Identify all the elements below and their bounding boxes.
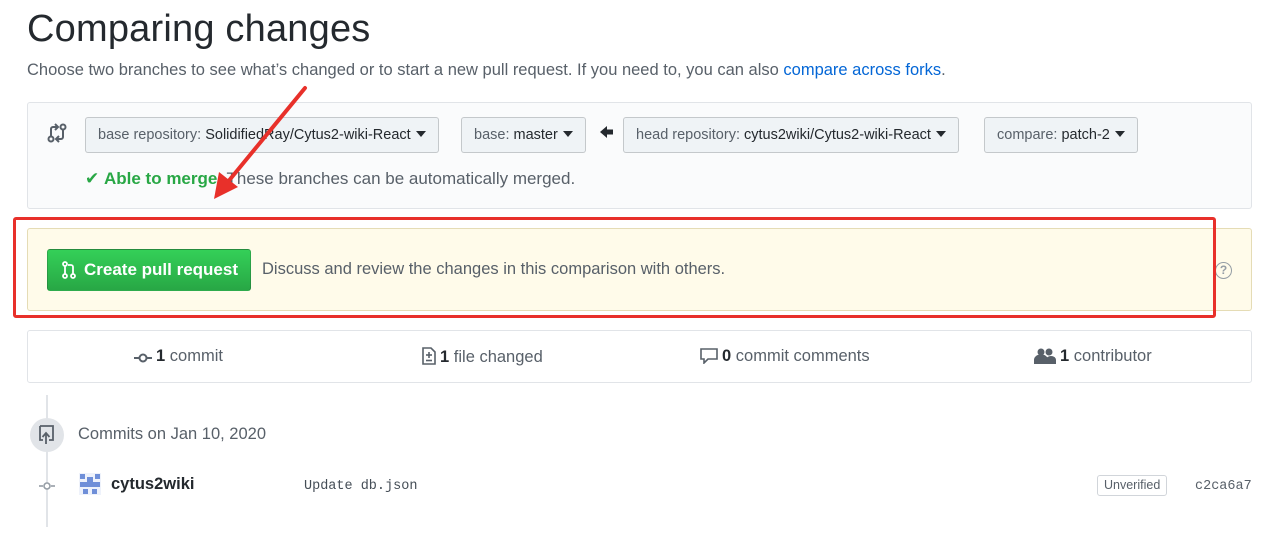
merge-status-label: Able to merge. (103, 169, 223, 188)
check-icon: ✔ (85, 169, 100, 188)
create-pull-request-label: Create pull request (84, 260, 238, 279)
compare-stats-bar: 1 commit 1 file changed 0 commit comment… (27, 330, 1252, 383)
git-compare-icon (47, 123, 67, 143)
caret-down-icon (935, 131, 946, 137)
commit-day-label: Commits on Jan 10, 2020 (78, 425, 267, 443)
base-branch-key: base: (474, 127, 514, 143)
commits-label: commit (165, 347, 223, 365)
git-commit-icon (134, 353, 152, 363)
create-pr-description: Discuss and review the changes in this c… (262, 260, 726, 278)
create-pr-panel: Create pull request Discuss and review t… (27, 228, 1252, 311)
compare-branch-value: patch-2 (1061, 127, 1110, 143)
arrow-left-icon (600, 126, 613, 138)
commit-message-link[interactable]: Update db.json (304, 479, 417, 494)
merge-status: ✔ Able to merge. These branches can be a… (85, 169, 575, 189)
stat-files[interactable]: 1 file changed (422, 347, 543, 367)
base-repository-value: SolidifiedRay/Cytus2-wiki-React (205, 127, 411, 143)
comments-count: 0 (722, 347, 732, 365)
commit-author-link[interactable]: cytus2wiki (111, 475, 194, 494)
create-pull-request-button[interactable]: Create pull request (47, 249, 251, 291)
pull-request-icon (62, 261, 76, 279)
head-repository-key: head repository: (636, 127, 745, 143)
base-repository-key: base repository: (98, 127, 206, 143)
stat-commits[interactable]: 1 commit (134, 347, 223, 366)
people-icon (1034, 348, 1056, 364)
files-count: 1 (440, 348, 450, 366)
caret-down-icon (1114, 131, 1125, 137)
head-repository-select[interactable]: head repository: cytus2wiki/Cytus2-wiki-… (623, 117, 959, 153)
files-label: file changed (449, 348, 543, 366)
question-icon[interactable]: ? (1215, 262, 1232, 279)
file-diff-icon (422, 347, 436, 365)
comment-icon (700, 348, 718, 365)
commits-count: 1 (156, 347, 166, 365)
compare-across-forks-link[interactable]: compare across forks (783, 61, 941, 79)
repo-push-icon (30, 418, 64, 452)
caret-down-icon (562, 131, 573, 137)
git-commit-icon (39, 482, 55, 490)
merge-status-description: These branches can be automatically merg… (222, 169, 576, 188)
caret-down-icon (415, 131, 426, 137)
subtitle-end: . (941, 61, 946, 79)
head-repository-value: cytus2wiki/Cytus2-wiki-React (744, 127, 931, 143)
base-repository-select[interactable]: base repository: SolidifiedRay/Cytus2-wi… (85, 117, 439, 153)
stat-contributors[interactable]: 1 contributor (1034, 347, 1152, 366)
commit-timeline (46, 395, 48, 527)
base-branch-value: master (513, 127, 558, 143)
compare-branch-key: compare: (997, 127, 1062, 143)
unverified-badge[interactable]: Unverified (1097, 475, 1168, 496)
page-subtitle: Choose two branches to see what’s change… (27, 61, 946, 80)
commit-sha-link[interactable]: c2ca6a7 (1195, 479, 1252, 494)
range-editor: base repository: SolidifiedRay/Cytus2-wi… (27, 102, 1252, 209)
contributors-label: contributor (1069, 347, 1152, 365)
avatar[interactable] (79, 473, 101, 495)
contributors-count: 1 (1060, 347, 1070, 365)
base-branch-select[interactable]: base: master (461, 117, 586, 153)
stat-comments[interactable]: 0 commit comments (700, 347, 870, 366)
compare-branch-select[interactable]: compare: patch-2 (984, 117, 1138, 153)
page-title: Comparing changes (27, 8, 371, 50)
comments-label: commit comments (731, 347, 870, 365)
subtitle-text: Choose two branches to see what’s change… (27, 61, 784, 79)
